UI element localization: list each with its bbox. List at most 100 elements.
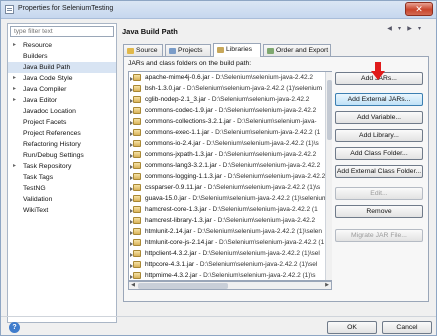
list-item[interactable]: htmlunit-2.14.jar - D:\Selenium\selenium… bbox=[129, 226, 331, 237]
tab-libraries[interactable]: Libraries bbox=[213, 43, 261, 57]
add-variable-button[interactable]: Add Variable... bbox=[335, 111, 423, 124]
expand-arrow-icon[interactable]: ▸ bbox=[13, 40, 16, 51]
sidebar-item-label: TestNG bbox=[23, 185, 46, 192]
sidebar-item-java-editor[interactable]: ▸ Java Editor bbox=[8, 95, 116, 106]
scroll-right-icon[interactable]: ▶ bbox=[323, 282, 331, 289]
list-item[interactable]: httpcore-4.3.1.jar - D:\Selenium\seleniu… bbox=[129, 259, 331, 270]
jar-file-icon bbox=[130, 195, 141, 202]
red-arrow-icon bbox=[371, 62, 385, 80]
add-class-folder-button[interactable]: Add Class Folder... bbox=[335, 147, 423, 160]
sidebar-item-label: Refactoring History bbox=[23, 141, 81, 148]
sidebar-item-resource[interactable]: ▸ Resource bbox=[8, 40, 116, 51]
back-dropdown-icon[interactable]: ▾ bbox=[395, 25, 404, 34]
sidebar-item-run-debug-settings[interactable]: Run/Debug Settings bbox=[8, 150, 116, 161]
tab-source[interactable]: Source bbox=[123, 44, 163, 56]
list-item[interactable]: httpmime-4.3.2.jar - D:\Selenium\seleniu… bbox=[129, 270, 331, 280]
scroll-thumb[interactable] bbox=[327, 80, 332, 140]
jar-name: bsh-1.3.0.jar bbox=[145, 85, 182, 92]
sidebar-item-label: Validation bbox=[23, 196, 53, 203]
properties-dialog: Properties for SeleniumTesting ✕ ▸ Resour… bbox=[0, 0, 437, 336]
jar-path: - D:\Selenium\selenium-java-2.42.2 (1)\s bbox=[201, 184, 321, 191]
sidebar-item-project-facets[interactable]: Project Facets bbox=[8, 117, 116, 128]
jar-name: guava-15.0.jar bbox=[145, 195, 187, 202]
window-title: Properties for SeleniumTesting bbox=[18, 5, 114, 12]
expand-arrow-icon[interactable]: ▸ bbox=[13, 161, 16, 172]
jar-path: - D:\Selenium\selenium-java-2.42.2 (1)\s… bbox=[196, 250, 320, 257]
jar-path: - D:\Selenium\selenium-java-2.42.2 (1)\s… bbox=[186, 195, 328, 202]
sidebar-item-java-build-path[interactable]: Java Build Path bbox=[8, 62, 116, 73]
filter-input[interactable] bbox=[10, 26, 114, 37]
list-item[interactable]: cssparser-0.9.11.jar - D:\Selenium\selen… bbox=[129, 182, 331, 193]
jar-list-label: JARs and class folders on the build path… bbox=[128, 60, 252, 67]
list-item[interactable]: commons-logging-1.1.3.jar - D:\Selenium\… bbox=[129, 171, 331, 182]
sidebar-item-label: Java Build Path bbox=[23, 64, 71, 71]
list-item[interactable]: htmlunit-core-js-2.14.jar - D:\Selenium\… bbox=[129, 237, 331, 248]
migrate-jar-file-button[interactable]: Migrate JAR File... bbox=[335, 229, 423, 242]
forward-arrow-icon[interactable]: ▶ bbox=[405, 25, 414, 34]
list-item[interactable]: commons-io-2.4.jar - D:\Selenium\seleniu… bbox=[129, 138, 331, 149]
sidebar-item-java-code-style[interactable]: ▸ Java Code Style bbox=[8, 73, 116, 84]
sidebar-item-builders[interactable]: Builders bbox=[8, 51, 116, 62]
edit-button[interactable]: Edit... bbox=[335, 187, 423, 200]
jar-name: commons-io-2.4.jar bbox=[145, 140, 201, 147]
list-item[interactable]: hamcrest-core-1.3.jar - D:\Selenium\sele… bbox=[129, 204, 331, 215]
jar-file-icon bbox=[130, 162, 141, 169]
list-item[interactable]: httpclient-4.3.2.jar - D:\Selenium\selen… bbox=[129, 248, 331, 259]
scroll-left-icon[interactable]: ◀ bbox=[129, 282, 137, 289]
title-bar[interactable]: Properties for SeleniumTesting ✕ bbox=[1, 1, 436, 19]
sidebar-item-java-compiler[interactable]: ▸ Java Compiler bbox=[8, 84, 116, 95]
sidebar-item-label: Run/Debug Settings bbox=[23, 152, 84, 159]
sidebar-item-validation[interactable]: Validation bbox=[8, 194, 116, 205]
jar-path: - D:\Selenium\selenium-java-2.42.2 bbox=[212, 107, 317, 114]
cancel-button[interactable]: Cancel bbox=[382, 321, 432, 334]
remove-button[interactable]: Remove bbox=[335, 205, 423, 218]
sidebar-item-wikitext[interactable]: WikiText bbox=[8, 205, 116, 216]
list-item[interactable]: hamcrest-library-1.3.jar - D:\Selenium\s… bbox=[129, 215, 331, 226]
add-external-jars-button[interactable]: Add External JARs... bbox=[335, 93, 423, 106]
jar-name: commons-logging-1.1.3.jar bbox=[145, 173, 222, 180]
jar-name: cglib-nodep-2.1_3.jar bbox=[145, 96, 207, 103]
jar-file-icon bbox=[130, 96, 141, 103]
expand-arrow-icon[interactable]: ▸ bbox=[13, 73, 16, 84]
sidebar-item-javadoc-location[interactable]: Javadoc Location bbox=[8, 106, 116, 117]
jar-list[interactable]: apache-mime4j-0.6.jar - D:\Selenium\sele… bbox=[128, 71, 332, 281]
close-button[interactable]: ✕ bbox=[405, 2, 433, 16]
list-item[interactable]: cglib-nodep-2.1_3.jar - D:\Selenium\sele… bbox=[129, 94, 331, 105]
list-item[interactable]: commons-codec-1.9.jar - D:\Selenium\sele… bbox=[129, 105, 331, 116]
jar-name: apache-mime4j-0.6.jar bbox=[145, 74, 210, 81]
add-library-button[interactable]: Add Library... bbox=[335, 129, 423, 142]
sidebar-item-label: Task Tags bbox=[23, 174, 54, 181]
sidebar-item-project-references[interactable]: Project References bbox=[8, 128, 116, 139]
jar-file-icon bbox=[130, 239, 141, 246]
sidebar-item-refactoring-history[interactable]: Refactoring History bbox=[8, 139, 116, 150]
tab-projects[interactable]: Projects bbox=[165, 44, 211, 56]
jar-name: httpcore-4.3.1.jar bbox=[145, 261, 195, 268]
jar-file-icon bbox=[130, 74, 141, 81]
list-item[interactable]: guava-15.0.jar - D:\Selenium\selenium-ja… bbox=[129, 193, 331, 204]
jar-file-icon bbox=[130, 261, 141, 268]
list-item[interactable]: commons-lang3-3.2.1.jar - D:\Selenium\se… bbox=[129, 160, 331, 171]
jar-list-horizontal-scrollbar[interactable]: ◀ ▶ bbox=[128, 281, 332, 290]
list-item[interactable]: commons-jxpath-1.3.jar - D:\Selenium\sel… bbox=[129, 149, 331, 160]
libraries-icon bbox=[217, 47, 224, 53]
list-item[interactable]: commons-exec-1.1.jar - D:\Selenium\selen… bbox=[129, 127, 331, 138]
help-icon[interactable]: ? bbox=[9, 322, 20, 333]
add-external-class-folder-button[interactable]: Add External Class Folder... bbox=[335, 165, 423, 178]
list-item[interactable]: bsh-1.3.0.jar - D:\Selenium\selenium-jav… bbox=[129, 83, 331, 94]
list-item[interactable]: commons-collections-3.2.1.jar - D:\Selen… bbox=[129, 116, 331, 127]
ok-button[interactable]: OK bbox=[327, 321, 377, 334]
expand-arrow-icon[interactable]: ▸ bbox=[13, 95, 16, 106]
sidebar-item-task-tags[interactable]: Task Tags bbox=[8, 172, 116, 183]
build-path-tabs: Source Projects Libraries Order and Expo… bbox=[123, 43, 433, 57]
sidebar-item-label: Project Facets bbox=[23, 119, 67, 126]
expand-arrow-icon[interactable]: ▸ bbox=[13, 84, 16, 95]
sidebar-item-task-repository[interactable]: ▸ Task Repository bbox=[8, 161, 116, 172]
jar-list-vertical-scrollbar[interactable] bbox=[325, 72, 332, 280]
jar-path: - D:\Selenium\selenium-java-2.42.2 (1)\s… bbox=[181, 85, 323, 92]
back-arrow-icon[interactable]: ◀ bbox=[385, 25, 394, 34]
tab-order-and-export[interactable]: Order and Export bbox=[263, 44, 331, 56]
forward-dropdown-icon[interactable]: ▾ bbox=[415, 25, 424, 34]
scroll-thumb[interactable] bbox=[138, 283, 228, 289]
sidebar-item-testng[interactable]: TestNG bbox=[8, 183, 116, 194]
list-item[interactable]: apache-mime4j-0.6.jar - D:\Selenium\sele… bbox=[129, 72, 331, 83]
